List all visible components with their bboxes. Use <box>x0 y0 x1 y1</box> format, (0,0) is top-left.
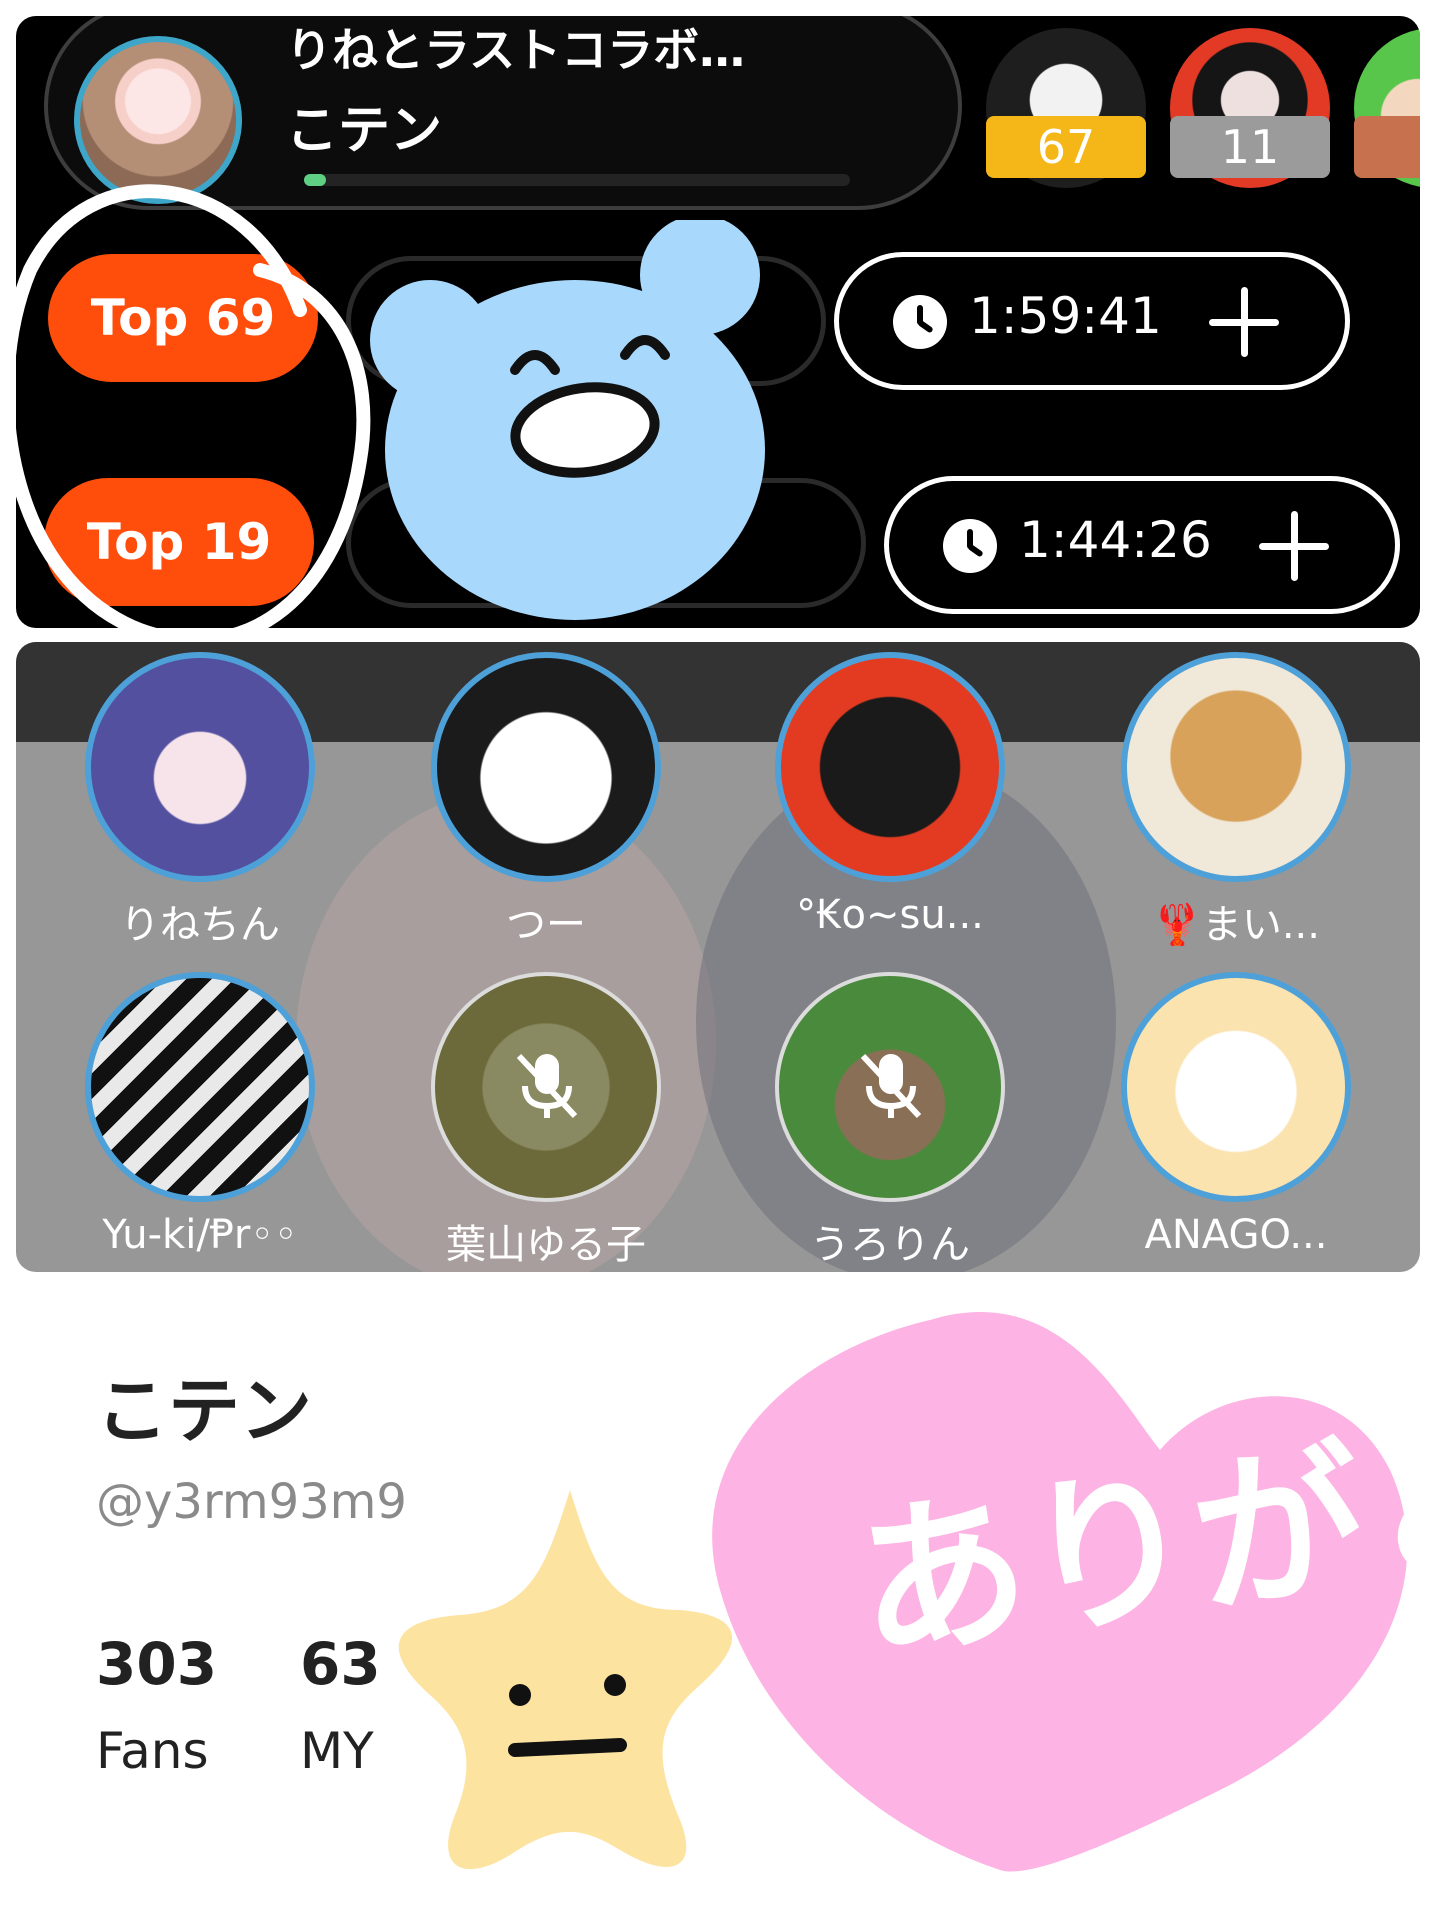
participant-4[interactable]: 🦞まい... <box>1116 652 1356 950</box>
my-label[interactable]: MY <box>300 1722 374 1780</box>
participant-8[interactable]: ANAGO... <box>1116 972 1356 1258</box>
host-name: こテン <box>286 101 443 161</box>
participant-name: 🦞まい... <box>1152 902 1320 948</box>
participant-avatar[interactable] <box>431 652 661 882</box>
fans-label[interactable]: Fans <box>96 1722 209 1780</box>
participant-avatar[interactable] <box>85 652 315 882</box>
participants-grid: りねちん つー °₭o~su... 🦞まい... Yu-ki/Ᵽr◦◦ 葉山ゆる… <box>16 642 1420 1272</box>
participant-name: Yu-ki/Ᵽr◦◦ <box>102 1212 298 1258</box>
clock-icon <box>893 295 947 349</box>
timer-pill-1[interactable]: 1:59:41 <box>834 252 1350 390</box>
plus-icon[interactable] <box>1259 511 1329 581</box>
my-count[interactable]: 63 <box>300 1630 381 1698</box>
participant-name: °₭o~su... <box>796 892 984 938</box>
participant-avatar[interactable] <box>85 972 315 1202</box>
plus-icon[interactable] <box>1209 287 1279 357</box>
participant-1[interactable]: りねちん <box>80 652 320 950</box>
mic-muted-icon <box>516 1053 578 1119</box>
ranking-badge-1: 67 <box>986 116 1146 178</box>
timer-text-1: 1:59:41 <box>969 287 1162 345</box>
participant-5[interactable]: Yu-ki/Ᵽr◦◦ <box>80 972 320 1258</box>
mic-muted-icon <box>860 1053 922 1119</box>
live-title: りねとラストコラボ… <box>286 23 746 77</box>
participant-2[interactable]: つー <box>426 652 666 950</box>
profile-handle: @y3rm93m9 <box>96 1474 407 1530</box>
participant-7[interactable]: うろりん <box>770 972 1010 1270</box>
participant-avatar[interactable] <box>775 652 1005 882</box>
participant-avatar[interactable] <box>431 972 661 1202</box>
fans-count[interactable]: 303 <box>96 1630 217 1698</box>
clock-icon <box>943 519 997 573</box>
participant-avatar[interactable] <box>775 972 1005 1202</box>
ranking-badge-3: 8 <box>1354 116 1420 178</box>
bear-face-sticker <box>370 220 765 620</box>
participant-avatar[interactable] <box>1121 652 1351 882</box>
profile-name: こテン <box>96 1369 313 1453</box>
hand-drawn-circle-sticker <box>0 184 371 665</box>
participant-name: ANAGO... <box>1144 1212 1328 1258</box>
participant-name: 葉山ゆる子 <box>446 1222 646 1268</box>
participant-avatar[interactable] <box>1121 972 1351 1202</box>
participant-name: りねちん <box>120 902 280 948</box>
heart-sticker: ありがとう <box>712 1311 1420 1872</box>
participant-6[interactable]: 葉山ゆる子 <box>426 972 666 1270</box>
timer-text-2: 1:44:26 <box>1019 511 1212 569</box>
participant-name: うろりん <box>810 1222 970 1268</box>
participant-3[interactable]: °₭o~su... <box>770 652 1010 938</box>
ranking-badge-2: 11 <box>1170 116 1330 178</box>
participant-name: つー <box>506 902 586 948</box>
timer-pill-2[interactable]: 1:44:26 <box>884 476 1400 614</box>
